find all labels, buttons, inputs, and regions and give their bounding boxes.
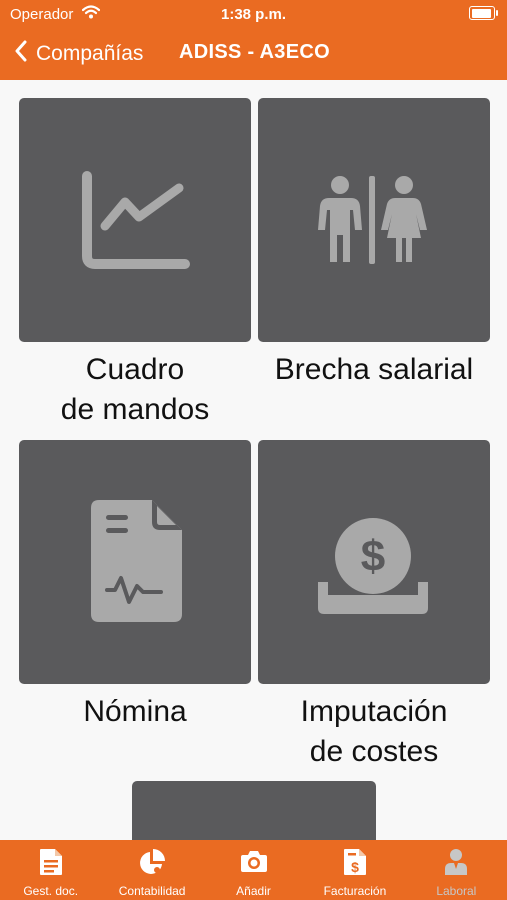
back-button[interactable]: Compañías — [14, 40, 143, 67]
battery-icon — [469, 6, 498, 20]
payslip-icon — [91, 500, 182, 622]
tile-brecha-salarial[interactable] — [258, 98, 490, 342]
tile-imputacion-de-costes[interactable]: $ — [258, 440, 490, 684]
menu-grid: Cuadro de mandos Brecha salarial Nómina … — [0, 80, 507, 861]
coin-slot-icon: $ — [318, 518, 428, 614]
tab-label-anadir: Añadir — [236, 884, 271, 898]
tile-label-nomina: Nómina — [83, 695, 187, 728]
clock: 1:38 p.m. — [220, 6, 287, 23]
tab-label-facturacion: Facturación — [323, 884, 387, 898]
document-icon — [38, 848, 64, 881]
chevron-left-icon — [14, 40, 28, 67]
tile-label-cuadro-de-mandos: Cuadro de mandos — [60, 353, 210, 426]
tab-label-gest-doc: Gest. doc. — [23, 884, 79, 898]
svg-text:$: $ — [351, 859, 359, 875]
camera-icon — [240, 848, 268, 879]
tab-anadir[interactable]: Añadir — [203, 840, 304, 900]
tab-gest-doc[interactable]: Gest. doc. — [0, 840, 101, 900]
restroom-icon — [318, 176, 427, 264]
tile-label-imputacion-de-costes: Imputación de costes — [300, 695, 448, 768]
tile-label-brecha-salarial: Brecha salarial — [274, 353, 474, 386]
line-chart-icon — [82, 171, 190, 269]
back-button-label: Compañías — [36, 41, 144, 65]
tile-nomina[interactable] — [19, 440, 251, 684]
tab-facturacion[interactable]: $ Facturación — [304, 840, 405, 900]
status-bar: Operador 1:38 p.m. — [0, 0, 507, 28]
page-title: ADISS - A3ECO — [179, 41, 330, 63]
navigation-bar: Compañías ADISS - A3ECO — [0, 32, 507, 74]
tab-label-contabilidad: Contabilidad — [118, 884, 186, 898]
tile-cuadro-de-mandos[interactable] — [19, 98, 251, 342]
tab-laboral[interactable]: Laboral — [406, 840, 507, 900]
invoice-icon: $ — [342, 848, 368, 881]
tab-bar: Gest. doc. Contabilidad Añadir $ Factura… — [0, 840, 507, 900]
svg-text:$: $ — [361, 532, 385, 581]
tab-contabilidad[interactable]: Contabilidad — [101, 840, 202, 900]
tab-label-laboral: Laboral — [436, 884, 477, 898]
worker-icon — [443, 848, 469, 881]
pie-chart-icon — [138, 848, 166, 881]
app-header: Operador 1:38 p.m. Compañías ADISS - A3E… — [0, 0, 507, 80]
